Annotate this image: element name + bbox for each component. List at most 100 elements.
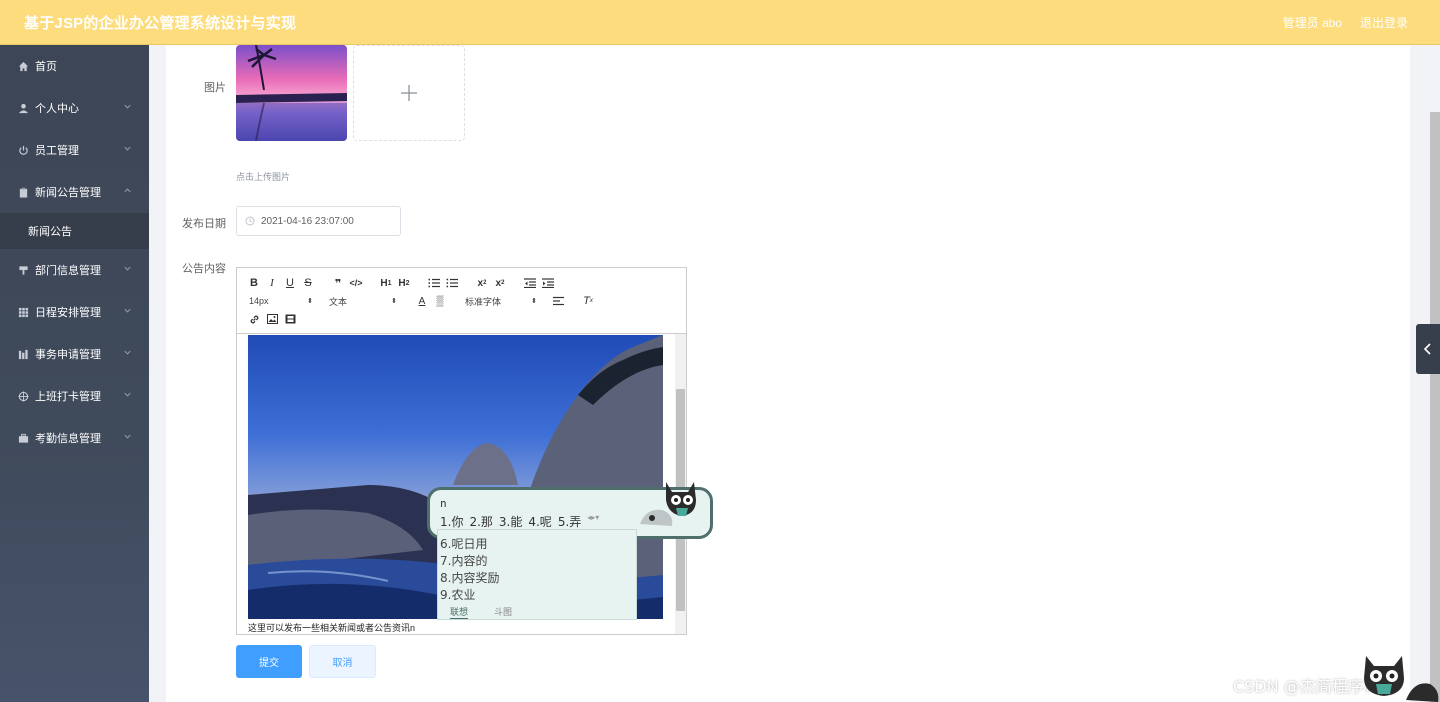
bold-button[interactable]: B [245, 275, 263, 291]
target-icon [17, 390, 29, 402]
stamp-icon [17, 264, 29, 276]
chevron-down-icon [123, 432, 133, 442]
main-form-panel: 图片 点击上传图片 发布日期 2021-04-16 23:07:00 公告内容 … [166, 45, 1410, 702]
power-icon [17, 144, 29, 156]
chevron-left-icon [1423, 343, 1431, 355]
corner-mascot-cat [1364, 656, 1439, 702]
sidebar-item-checkin[interactable]: 上班打卡管理 [0, 375, 149, 417]
sidebar-subitem-label: 新闻公告 [28, 226, 72, 238]
clipboard-icon [17, 186, 29, 198]
ime-tabs: 联想 斗图 [438, 605, 636, 619]
align-left-button[interactable] [549, 293, 567, 309]
font-size-value: 14px [249, 296, 269, 306]
sidebar: 首页 个人中心 员工管理 新闻公告管理 新闻公告 部门信息管理 日程安排管理 事… [0, 45, 149, 702]
ime-candidate[interactable]: 2.那 [469, 513, 492, 530]
ime-mascot-cat [640, 482, 696, 526]
ime-input-text: n [440, 497, 447, 510]
subscript-button[interactable]: x2 [473, 275, 491, 291]
ime-tab-association[interactable]: 联想 [450, 605, 469, 619]
sidebar-item-schedule[interactable]: 日程安排管理 [0, 291, 149, 333]
uploaded-image-thumbnail[interactable] [236, 45, 347, 141]
home-icon [17, 60, 29, 72]
insert-video-button[interactable] [281, 311, 299, 327]
ime-candidate[interactable]: 5.弄 [558, 513, 581, 530]
header-user-area: 管理员 abo 退出登录 [1283, 14, 1408, 31]
add-image-button[interactable] [353, 45, 465, 141]
ime-tab-stickers[interactable]: 斗图 [494, 605, 512, 619]
outdent-button[interactable] [521, 275, 539, 291]
sidebar-item-employees[interactable]: 员工管理 [0, 129, 149, 171]
blockquote-button[interactable]: ❞ [329, 275, 347, 291]
chevron-down-icon [123, 348, 133, 358]
sidebar-item-label: 首页 [35, 61, 57, 73]
top-header: 基于JSP的企业办公管理系统设计与实现 管理员 abo 退出登录 [0, 0, 1440, 45]
chevron-up-icon [123, 186, 133, 196]
sidebar-item-label: 上班打卡管理 [35, 391, 101, 403]
heading2-button[interactable]: H2 [395, 275, 413, 291]
page-scrollbar[interactable] [1430, 112, 1440, 702]
ime-candidate[interactable]: 7.内容的 [438, 553, 636, 570]
app-title: 基于JSP的企业办公管理系统设计与实现 [24, 14, 297, 32]
ordered-list-button[interactable] [425, 275, 443, 291]
sidebar-item-personal[interactable]: 个人中心 [0, 87, 149, 129]
indent-button[interactable] [539, 275, 557, 291]
sidebar-item-attendance[interactable]: 考勤信息管理 [0, 417, 149, 459]
briefcase-icon [17, 432, 29, 444]
chevron-down-icon [123, 264, 133, 274]
ime-candidate[interactable]: 6.呢日用 [438, 536, 636, 553]
font-family-select[interactable]: 标准字体 ⬍ [465, 295, 537, 308]
bullet-list-button[interactable] [443, 275, 461, 291]
font-size-select[interactable]: 14px ⬍ [245, 296, 313, 306]
font-color-button[interactable]: A [413, 293, 431, 309]
ime-candidate[interactable]: 9.农业 [438, 587, 636, 604]
publish-date-value: 2021-04-16 23:07:00 [261, 215, 354, 227]
italic-button[interactable]: I [263, 275, 281, 291]
sidebar-item-affairs[interactable]: 事务申请管理 [0, 333, 149, 375]
ime-page-arrows-icon[interactable]: ◂▸▾ [587, 513, 599, 530]
code-block-button[interactable]: </> [347, 275, 365, 291]
publish-date-input[interactable]: 2021-04-16 23:07:00 [236, 206, 401, 236]
paragraph-value: 文本 [329, 296, 348, 307]
image-label: 图片 [204, 82, 226, 94]
ime-more-candidates: 6.呢日用 7.内容的 8.内容奖励 9.农业 联想 斗图 [437, 529, 637, 620]
updown-icon: ⬍ [307, 298, 313, 305]
user-icon [17, 102, 29, 114]
ime-candidate[interactable]: 1.你 [440, 513, 463, 530]
ime-candidate[interactable]: 3.能 [499, 513, 522, 530]
chevron-down-icon [123, 102, 133, 112]
clear-format-button[interactable]: Tx [579, 293, 597, 309]
paragraph-select[interactable]: 文本 ⬍ [329, 295, 397, 308]
chevron-down-icon [123, 144, 133, 154]
date-label: 发布日期 [182, 218, 226, 230]
ime-candidate[interactable]: 8.内容奖励 [438, 570, 636, 587]
sidebar-item-label: 员工管理 [35, 145, 79, 157]
link-button[interactable] [245, 311, 263, 327]
submit-button[interactable]: 提交 [236, 645, 302, 678]
sidebar-item-label: 日程安排管理 [35, 307, 101, 319]
updown-icon: ⬍ [531, 298, 537, 305]
sidebar-item-home[interactable]: 首页 [0, 45, 149, 87]
bars-icon [17, 348, 29, 360]
underline-button[interactable]: U [281, 275, 299, 291]
content-text: 这里可以发布一些相关新闻或者公告资讯n [248, 623, 416, 633]
admin-user-label[interactable]: 管理员 abo [1283, 14, 1342, 31]
sidebar-item-news[interactable]: 新闻公告管理 [0, 171, 149, 213]
ime-candidate[interactable]: 4.呢 [528, 513, 551, 530]
upload-tip: 点击上传图片 [236, 172, 291, 182]
sidebar-item-label: 新闻公告管理 [35, 187, 101, 199]
insert-image-button[interactable] [263, 311, 281, 327]
sidebar-item-label: 事务申请管理 [35, 349, 101, 361]
superscript-button[interactable]: x2 [491, 275, 509, 291]
sidebar-subitem-news-notice[interactable]: 新闻公告 [0, 213, 149, 249]
cancel-button[interactable]: 取消 [309, 645, 376, 678]
logout-link[interactable]: 退出登录 [1360, 14, 1408, 31]
sidebar-item-label: 部门信息管理 [35, 265, 101, 277]
sidebar-item-label: 考勤信息管理 [35, 433, 101, 445]
sidebar-item-department[interactable]: 部门信息管理 [0, 249, 149, 291]
panel-toggle-button[interactable] [1416, 324, 1440, 374]
heading1-button[interactable]: H1 [377, 275, 395, 291]
chevron-down-icon [123, 306, 133, 316]
grid-icon [17, 306, 29, 318]
background-color-button[interactable]: ▒ [431, 293, 449, 309]
strike-button[interactable]: S [299, 275, 317, 291]
